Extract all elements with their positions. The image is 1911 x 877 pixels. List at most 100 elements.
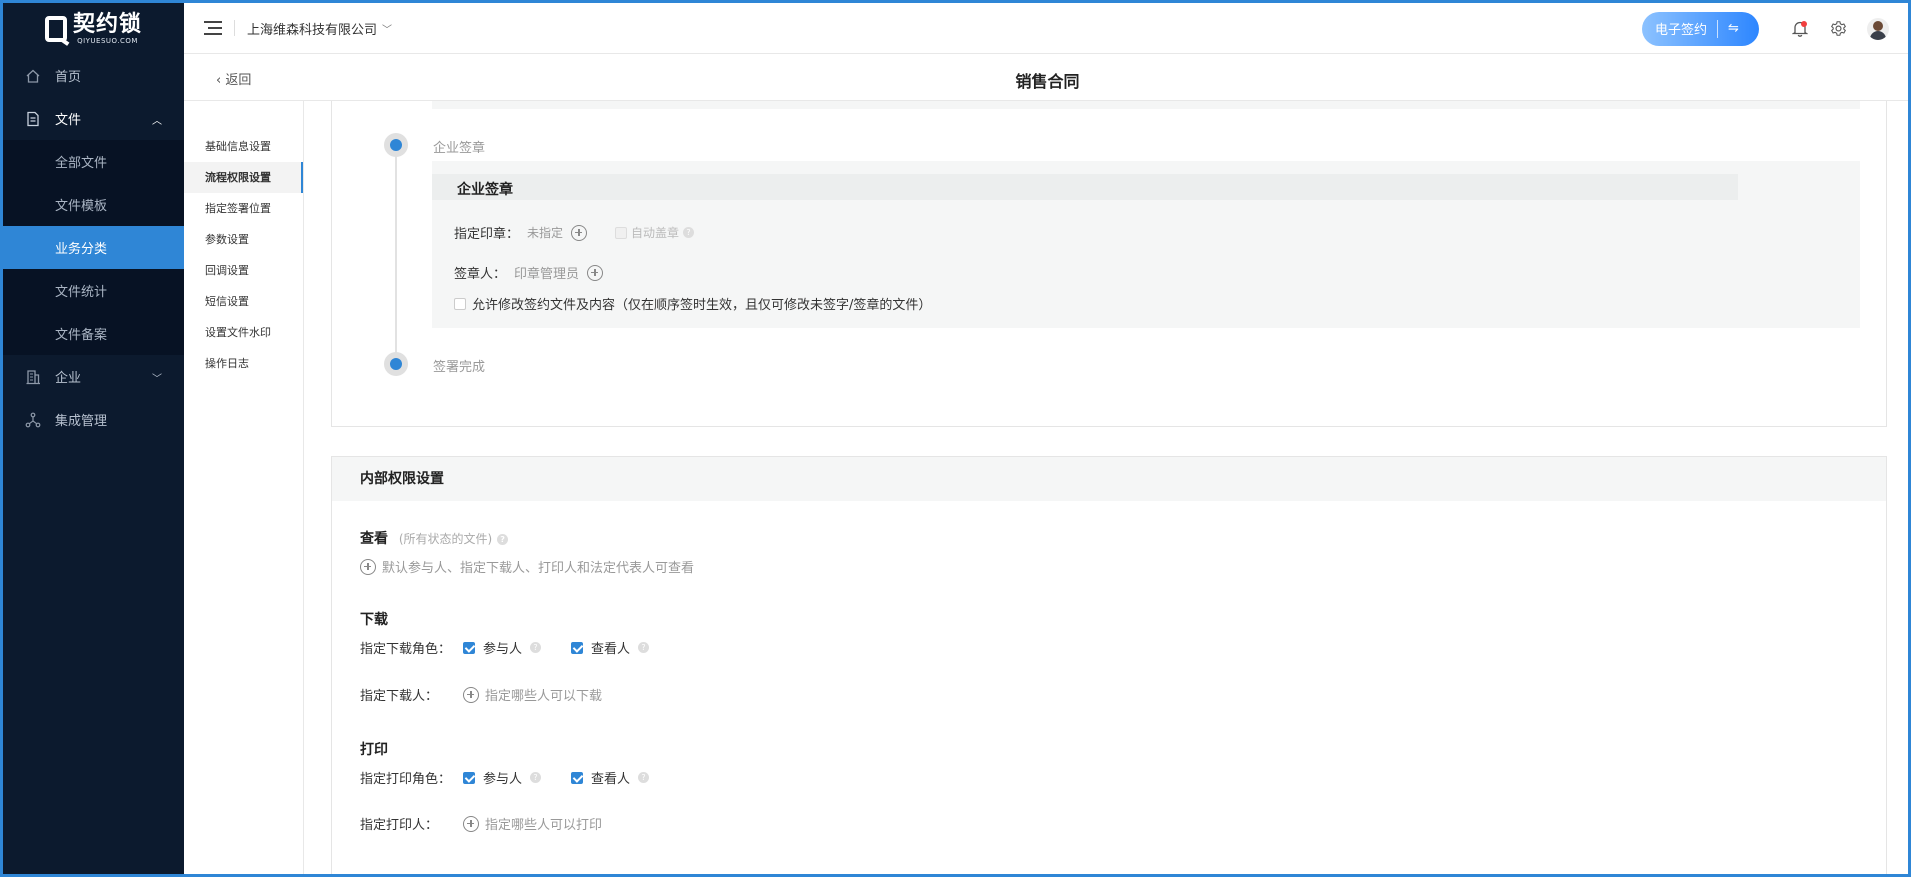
seal-section-title: 企业签章 (457, 182, 513, 198)
app-window: 契约锁 QIYUESUO.COM 首页 文件 ︿ 全部文件 文件模板 业务分类 … (0, 0, 1911, 877)
menu-toggle-icon[interactable] (204, 21, 222, 35)
chevron-down-icon: ﹀ (382, 24, 393, 36)
sidebar-subitem-templates[interactable]: 文件模板 (3, 183, 184, 226)
seal-label: 指定印章： (454, 227, 520, 242)
brand-name: 契约锁 (72, 11, 142, 37)
help-icon[interactable]: ? (530, 642, 542, 653)
help-icon[interactable]: ? (638, 772, 650, 783)
print-participant-checkbox[interactable] (463, 771, 475, 784)
download-role-viewer[interactable]: 查看人 ? (571, 638, 650, 657)
help-icon[interactable]: ? (497, 533, 509, 545)
page-title: 销售合同 (1015, 72, 1080, 91)
download-participant-checkbox[interactable] (463, 641, 475, 654)
print-role-label: 指定打印角色： (360, 772, 452, 787)
add-seal-icon[interactable] (571, 224, 588, 241)
download-role-participant[interactable]: 参与人 ? (463, 638, 542, 657)
allow-modify-label: 允许修改签约文件及内容（仅在顺序签时生效，且仅可修改未签字/签章的文件） (472, 298, 932, 313)
sidebar-item-label: 集成管理 (55, 414, 108, 429)
help-icon[interactable]: ? (530, 772, 542, 783)
sidebar-subitem-all-files[interactable]: 全部文件 (3, 140, 184, 183)
settings-nav: 基础信息设置 流程权限设置 指定签署位置 参数设置 回调设置 短信设置 设置文件… (184, 101, 304, 874)
help-icon[interactable]: ? (638, 642, 650, 653)
view-note: (所有状态的文件) (398, 532, 493, 546)
seal-row: 指定印章： 未指定 自动盖章 ? (454, 223, 695, 242)
view-default-text: 默认参与人、指定下载人、打印人和法定代表人可查看 (382, 561, 695, 576)
logo-mark-icon (44, 15, 67, 42)
add-signer-icon[interactable] (587, 264, 604, 281)
brand-logo[interactable]: 契约锁 QIYUESUO.COM (3, 3, 184, 54)
main-content: 企业签章 企业签章 指定印章： 未指定 自动盖章 ? 签章人： 印章管理员 允许… (305, 101, 1908, 874)
internal-permission-card: 内部权限设置 查看 (所有状态的文件) ? 默认参与人、指定下载人、打印人和法定… (331, 456, 1887, 874)
allow-modify-option[interactable]: 允许修改签约文件及内容（仅在顺序签时生效，且仅可修改未签字/签章的文件） (454, 294, 931, 313)
permission-card-title: 内部权限设置 (332, 457, 1886, 501)
settings-button[interactable] (1819, 10, 1857, 48)
avatar[interactable] (1867, 17, 1889, 40)
help-icon[interactable]: ? (683, 227, 695, 238)
file-icon (23, 109, 43, 129)
sidebar-item-integration[interactable]: 集成管理 (3, 398, 184, 441)
print-person-hint: 指定哪些人可以打印 (485, 818, 603, 833)
gear-icon (1830, 21, 1846, 36)
building-icon (23, 367, 43, 387)
switch-icon: ⇋ (1728, 21, 1739, 36)
allow-modify-checkbox[interactable] (454, 297, 466, 310)
sidebar-item-enterprise[interactable]: 企业 ﹀ (3, 355, 184, 398)
esign-separator (1717, 19, 1719, 38)
download-viewer-checkbox[interactable] (571, 641, 584, 654)
print-section-title: 打印 (360, 742, 388, 758)
auto-seal-option[interactable]: 自动盖章 ? (615, 224, 695, 241)
print-viewer-label: 查看人 (591, 772, 631, 787)
auto-seal-checkbox[interactable] (615, 226, 628, 239)
settings-nav-params[interactable]: 参数设置 (184, 224, 303, 255)
view-add-link[interactable]: 默认参与人、指定下载人、打印人和法定代表人可查看 (360, 557, 694, 576)
settings-nav-basic[interactable]: 基础信息设置 (184, 131, 303, 162)
sidebar-subitem-filing[interactable]: 文件备案 (3, 312, 184, 355)
timeline-node-seal (384, 133, 408, 157)
print-person-row: 指定打印人： 指定哪些人可以打印 (360, 814, 602, 833)
timeline-label-seal: 企业签章 (433, 141, 486, 156)
settings-nav-sign-position[interactable]: 指定签署位置 (184, 193, 303, 224)
settings-nav-callback[interactable]: 回调设置 (184, 255, 303, 286)
add-print-person-icon (463, 815, 479, 832)
settings-nav-sms[interactable]: 短信设置 (184, 286, 303, 317)
signer-label: 签章人： (454, 267, 507, 282)
download-person-hint: 指定哪些人可以下载 (485, 689, 603, 704)
esign-label: 电子签约 (1655, 23, 1708, 38)
flow-card: 企业签章 企业签章 指定印章： 未指定 自动盖章 ? 签章人： 印章管理员 允许… (331, 101, 1887, 427)
timeline-line (395, 141, 397, 371)
download-person-add[interactable]: 指定哪些人可以下载 (463, 685, 602, 704)
download-viewer-label: 查看人 (591, 642, 631, 657)
print-viewer-checkbox[interactable] (571, 771, 584, 784)
company-name: 上海维森科技有限公司 (247, 22, 378, 38)
seal-value: 未指定 (527, 226, 564, 240)
download-role-row: 指定下载角色： 参与人 ? 查看人 ? (360, 638, 679, 657)
signer-row: 签章人： 印章管理员 (454, 263, 604, 282)
settings-nav-watermark[interactable]: 设置文件水印 (184, 317, 303, 348)
print-role-row: 指定打印角色： 参与人 ? 查看人 ? (360, 768, 679, 787)
print-role-participant[interactable]: 参与人 ? (463, 768, 542, 787)
signer-value: 印章管理员 (514, 267, 580, 282)
timeline-node-complete (384, 352, 408, 376)
company-switcher[interactable]: 上海维森科技有限公司 ﹀ (247, 19, 392, 38)
auto-seal-label: 自动盖章 (631, 226, 680, 240)
print-person-label: 指定打印人： (360, 818, 439, 833)
sidebar-item-home[interactable]: 首页 (3, 54, 184, 97)
sidebar-subitem-business-category[interactable]: 业务分类 (3, 226, 184, 269)
esign-button[interactable]: 电子签约 ⇋ (1642, 11, 1759, 46)
home-icon (23, 66, 43, 86)
settings-nav-oplog[interactable]: 操作日志 (184, 348, 303, 379)
seal-title-bar (432, 174, 1738, 200)
sidebar-item-file[interactable]: 文件 ︿ (3, 97, 184, 140)
settings-nav-flow-permission[interactable]: 流程权限设置 (184, 162, 303, 193)
brand-sub: QIYUESUO.COM (77, 36, 138, 45)
notification-button[interactable] (1781, 10, 1819, 48)
sidebar-item-label: 文件 (55, 113, 82, 128)
view-default-row: 默认参与人、指定下载人、打印人和法定代表人可查看 (360, 557, 694, 576)
notification-dot (1801, 20, 1807, 27)
print-person-add[interactable]: 指定哪些人可以打印 (463, 814, 602, 833)
add-download-person-icon (463, 686, 479, 703)
print-role-viewer[interactable]: 查看人 ? (571, 768, 650, 787)
download-person-label: 指定下载人： (360, 689, 439, 704)
print-participant-label: 参与人 (483, 772, 523, 787)
sidebar-subitem-statistics[interactable]: 文件统计 (3, 269, 184, 312)
